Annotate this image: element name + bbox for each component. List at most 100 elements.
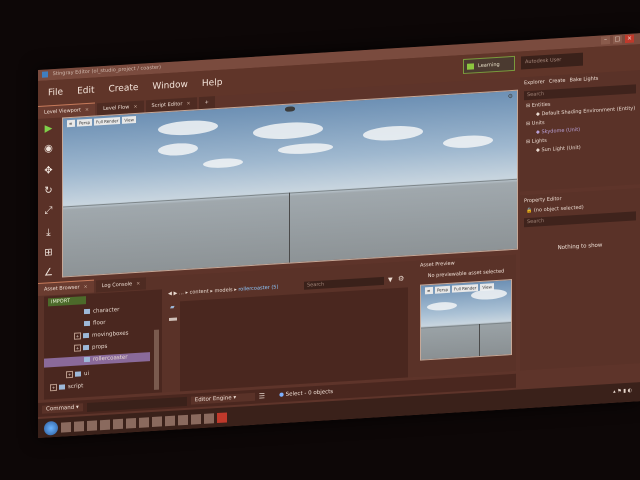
tab-label: Script Editor (151, 101, 183, 110)
expand-icon[interactable]: + (66, 370, 73, 379)
persp-button[interactable]: Persp (435, 285, 450, 294)
minimize-button[interactable]: – (601, 36, 610, 45)
folder-script[interactable]: + script (50, 382, 83, 393)
folder-character[interactable]: character (84, 306, 119, 317)
asset-file-list[interactable] (180, 287, 408, 392)
taskbar-app-icon[interactable] (191, 413, 201, 425)
app-logo-icon (42, 70, 48, 78)
breadcrumb-content[interactable]: content (190, 289, 209, 296)
tree-label: Sun Light (Unit) (541, 144, 581, 154)
tab-label: Level Viewport (44, 107, 81, 116)
search-placeholder: Search (527, 91, 545, 99)
learning-label: Learning (478, 61, 500, 70)
taskbar-app-icon[interactable] (139, 416, 149, 428)
tab-label: Log Console (101, 280, 133, 289)
add-tab-button[interactable]: + (198, 96, 215, 110)
tab-create[interactable]: Create (549, 77, 566, 86)
folder-label: script (68, 383, 84, 391)
viewport-menu-icon[interactable]: ≡ (67, 119, 75, 128)
camera-object[interactable] (285, 106, 295, 112)
tab-explorer[interactable]: Explorer (524, 78, 545, 87)
maximize-button[interactable]: □ (613, 35, 622, 44)
menu-create[interactable]: Create (109, 83, 139, 95)
rotate-tool-icon[interactable]: ↻ (42, 184, 55, 198)
folder-label: movingboxes (92, 330, 129, 339)
back-icon[interactable]: ◀ (168, 291, 172, 297)
taskbar-app-icon[interactable] (165, 415, 175, 426)
engine-dropdown[interactable]: Editor Engine ▾ (190, 392, 255, 405)
import-button[interactable]: IMPORT (48, 296, 86, 307)
menu-file[interactable]: File (48, 87, 63, 98)
filter-icon[interactable]: ▼ (388, 276, 393, 283)
taskbar-app-icon[interactable] (100, 419, 110, 430)
gamepad-icon[interactable]: ◉ (42, 142, 55, 156)
breadcrumb-sep: ▸ (210, 288, 213, 295)
close-tab-icon[interactable]: × (186, 101, 190, 107)
level-viewport[interactable]: ≡ Persp Full Render View ⚙ (62, 89, 518, 278)
move-tool-icon[interactable]: ✥ (42, 164, 55, 178)
info-icon: ● (279, 391, 284, 399)
taskbar-app-icon[interactable] (217, 411, 227, 423)
command-dropdown[interactable]: Command ▾ (42, 403, 83, 414)
play-icon[interactable]: ▶ (42, 122, 55, 136)
axis-line (479, 323, 480, 359)
property-editor-title: Property Editor (524, 195, 562, 205)
forward-icon[interactable]: ▶ (173, 290, 177, 296)
tab-log-console[interactable]: Log Console × (95, 276, 147, 292)
close-tab-icon[interactable]: × (136, 280, 140, 286)
persp-button[interactable]: Persp (77, 118, 92, 127)
taskbar-app-icon[interactable] (152, 415, 162, 427)
asset-preview-viewport[interactable]: ≡ Persp Full Render View (420, 279, 512, 361)
folder-ui[interactable]: + ui (66, 370, 89, 380)
selection-status-text: Select - 0 objects (285, 388, 334, 398)
menu-help[interactable]: Help (202, 78, 223, 89)
folder-movingboxes[interactable]: + movingboxes (74, 329, 129, 341)
folder-icon: ▰ (170, 303, 175, 311)
start-button-icon[interactable] (44, 420, 58, 436)
asset-folder-tree: IMPORT character floor + movingboxes + pro… (44, 289, 162, 400)
taskbar-app-icon[interactable] (61, 421, 71, 433)
folder-label: floor (93, 319, 106, 327)
viewport-settings-icon[interactable]: ⚙ (508, 93, 513, 100)
close-tab-icon[interactable]: × (133, 104, 137, 110)
expand-icon[interactable]: + (50, 383, 57, 392)
expand-icon[interactable]: + (74, 344, 81, 352)
folder-floor[interactable]: floor (84, 319, 105, 329)
menu-edit[interactable]: Edit (77, 86, 94, 97)
left-toolbar: ▶ ◉ ✥ ↻ ⤢ ⤓ ⊞ ∠ (38, 117, 60, 284)
list-icon[interactable]: ☰ (259, 392, 265, 400)
preview-menu-icon[interactable]: ≡ (425, 286, 433, 295)
tree-scrollbar[interactable] (154, 329, 159, 390)
folder-props[interactable]: + props (74, 343, 107, 354)
place-tool-icon[interactable]: ⤓ (42, 226, 55, 240)
close-tab-icon[interactable]: × (84, 284, 88, 290)
breadcrumb-models[interactable]: models (214, 287, 232, 294)
view-button[interactable]: View (122, 116, 136, 124)
close-tab-icon[interactable]: × (85, 107, 89, 113)
close-button[interactable]: × (625, 34, 634, 44)
full-render-button[interactable]: Full Render (94, 116, 121, 126)
folder-label: rollercoaster (93, 354, 128, 363)
menu-window[interactable]: Window (152, 80, 188, 92)
settings-icon[interactable]: ⚙ (398, 275, 404, 283)
explorer-panel: Explorer Create Bake Lights Search ⊟ Ent… (520, 70, 640, 192)
learning-button[interactable]: Learning (463, 55, 515, 75)
taskbar-app-icon[interactable] (178, 414, 188, 425)
scale-tool-icon[interactable]: ⤢ (42, 204, 55, 218)
taskbar-app-icon[interactable] (126, 417, 136, 429)
zoom-slider[interactable] (169, 317, 177, 321)
folder-rollercoaster[interactable]: rollercoaster (44, 352, 150, 368)
taskbar-app-icon[interactable] (74, 420, 84, 432)
snap-grid-icon[interactable]: ⊞ (42, 246, 55, 260)
taskbar-app-icon[interactable] (113, 418, 123, 429)
tab-bake-lights[interactable]: Bake Lights (569, 75, 598, 85)
expand-icon[interactable]: + (74, 332, 81, 340)
breadcrumb-current[interactable]: rollercoaster (5) (238, 284, 278, 292)
folder-icon (75, 371, 81, 377)
angle-snap-icon[interactable]: ∠ (42, 266, 55, 280)
command-input[interactable] (86, 396, 187, 412)
axis-line (289, 192, 290, 265)
search-placeholder: Search (307, 281, 325, 289)
taskbar-app-icon[interactable] (87, 419, 97, 431)
taskbar-app-icon[interactable] (204, 412, 214, 424)
